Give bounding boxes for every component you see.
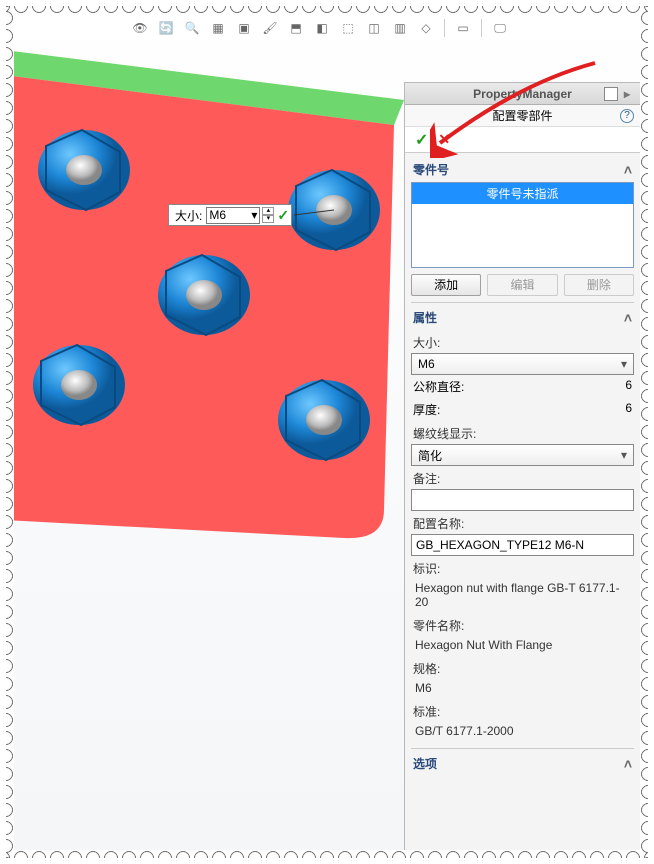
standard-value: GB/T 6177.1-2000 bbox=[411, 722, 634, 742]
panel-body: 零件号 ˄ 零件号未指派 添加 编辑 删除 属性 ˄ 大小: M6▾ 公称直径:… bbox=[405, 153, 640, 850]
thickness-value: 6 bbox=[625, 401, 632, 418]
thickness-label: 厚度: bbox=[413, 401, 440, 418]
chevron-up-icon: ˄ bbox=[624, 162, 632, 178]
toolbar-sep bbox=[481, 19, 482, 37]
panel-title: 配置零部件 bbox=[492, 107, 552, 124]
size-select[interactable]: M6▾ bbox=[411, 353, 634, 375]
tool-eye-icon[interactable]: 👁 bbox=[130, 18, 150, 38]
edit-button: 编辑 bbox=[487, 274, 557, 296]
inline-size-value: M6 bbox=[209, 208, 226, 222]
config-name-input[interactable]: GB_HEXAGON_TYPE12 M6-N bbox=[411, 534, 634, 556]
panel-title-row: 配置零部件 ? bbox=[405, 105, 640, 127]
tool-paint-icon[interactable]: 🖌 bbox=[260, 18, 280, 38]
tool-screen-icon[interactable]: 🖵 bbox=[490, 18, 510, 38]
size-label: 大小: bbox=[411, 330, 634, 353]
chevron-up-icon: ˄ bbox=[624, 756, 632, 772]
chevron-down-icon: ▾ bbox=[621, 357, 627, 371]
section-options[interactable]: 选项 ˄ bbox=[411, 748, 634, 776]
tag-label: 标识: bbox=[411, 556, 634, 579]
diameter-label: 公称直径: bbox=[413, 378, 464, 395]
inline-size-editor: 大小: M6 ▾ ▴▾ ✓ bbox=[168, 204, 292, 226]
config-name-label: 配置名称: bbox=[411, 511, 634, 534]
chevron-right-icon[interactable]: ▸ bbox=[624, 87, 636, 101]
confirm-row: ✓ ✕ bbox=[405, 127, 640, 153]
inline-size-label: 大小: bbox=[171, 207, 206, 224]
model-scene bbox=[14, 40, 434, 560]
thread-label: 螺纹线显示: bbox=[411, 421, 634, 444]
view-toolbar: 👁 🔄 🔍 ▦ ▣ 🖌 ⬒ ◧ ⬚ ◫ ▥ ◇ ▭ 🖵 bbox=[130, 12, 510, 44]
tool-line-icon[interactable]: ◇ bbox=[416, 18, 436, 38]
cancel-button[interactable]: ✕ bbox=[438, 131, 450, 148]
thread-select[interactable]: 简化▾ bbox=[411, 444, 634, 466]
section-part-number[interactable]: 零件号 ˄ bbox=[411, 155, 634, 182]
help-icon[interactable]: ? bbox=[620, 109, 634, 123]
chevron-up-icon: ˄ bbox=[624, 310, 632, 326]
note-input[interactable] bbox=[411, 489, 634, 511]
diameter-value: 6 bbox=[625, 378, 632, 395]
toolbar-sep bbox=[444, 19, 445, 37]
tool-orbit-icon[interactable]: 🔄 bbox=[156, 18, 176, 38]
panel-header-title: PropertyManager bbox=[473, 87, 572, 101]
tool-rect-icon[interactable]: ▭ bbox=[453, 18, 473, 38]
inline-stepper[interactable]: ▴▾ bbox=[262, 207, 274, 223]
inline-ok-button[interactable]: ✓ bbox=[277, 207, 289, 224]
panel-header: PropertyManager ▸ bbox=[405, 83, 640, 105]
tool-section-icon[interactable]: ▦ bbox=[208, 18, 228, 38]
delete-button: 删除 bbox=[564, 274, 634, 296]
inline-size-select[interactable]: M6 ▾ bbox=[206, 207, 260, 224]
add-button[interactable]: 添加 bbox=[411, 274, 481, 296]
part-name-value: Hexagon Nut With Flange bbox=[411, 636, 634, 656]
property-manager-panel: PropertyManager ▸ 配置零部件 ? ✓ ✕ 零件号 ˄ 零件号未… bbox=[404, 82, 640, 850]
pin-icon[interactable] bbox=[604, 87, 618, 101]
part-number-list[interactable]: 零件号未指派 bbox=[411, 182, 634, 268]
standard-label: 标准: bbox=[411, 699, 634, 722]
tag-value: Hexagon nut with flange GB-T 6177.1-20 bbox=[411, 579, 634, 613]
section-properties[interactable]: 属性 ˄ bbox=[411, 302, 634, 330]
chevron-down-icon: ▾ bbox=[621, 448, 627, 462]
spec-value: M6 bbox=[411, 679, 634, 699]
chevron-down-icon: ▾ bbox=[251, 208, 257, 222]
tool-box3-icon[interactable]: ▥ bbox=[390, 18, 410, 38]
tool-box1-icon[interactable]: ⬚ bbox=[338, 18, 358, 38]
tool-box2-icon[interactable]: ◫ bbox=[364, 18, 384, 38]
list-item[interactable]: 零件号未指派 bbox=[412, 183, 633, 204]
note-label: 备注: bbox=[411, 466, 634, 489]
tool-view-icon[interactable]: ▣ bbox=[234, 18, 254, 38]
tool-state-icon[interactable]: ⬒ bbox=[286, 18, 306, 38]
part-name-label: 零件名称: bbox=[411, 613, 634, 636]
ok-button[interactable]: ✓ bbox=[415, 130, 428, 150]
tool-zoom-icon[interactable]: 🔍 bbox=[182, 18, 202, 38]
tool-appear-icon[interactable]: ◧ bbox=[312, 18, 332, 38]
spec-label: 规格: bbox=[411, 656, 634, 679]
